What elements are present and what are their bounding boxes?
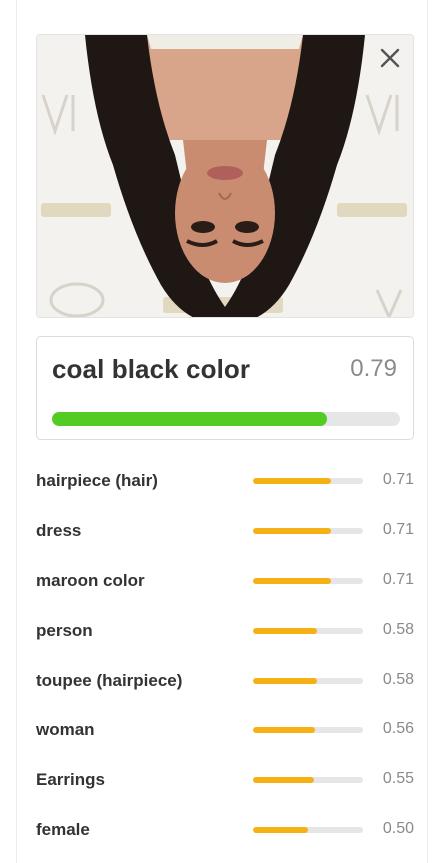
- result-bar-fill: [253, 577, 332, 584]
- result-bar-fill: [253, 677, 317, 684]
- list-item: female 0.50: [36, 805, 414, 855]
- result-label: Earrings: [36, 770, 105, 790]
- result-bar-fill: [253, 727, 315, 734]
- portrait-photo: [37, 35, 413, 317]
- list-item: Earrings 0.55: [36, 755, 414, 805]
- result-bar-track: [253, 827, 363, 834]
- result-bar-fill: [253, 777, 314, 784]
- result-score: 0.50: [382, 820, 414, 838]
- result-bar-track: [253, 727, 363, 734]
- result-bar-track: [253, 577, 363, 584]
- result-bar-track: [253, 677, 363, 684]
- top-result-card: coal black color 0.79: [36, 336, 414, 440]
- top-result-bar-fill: [52, 412, 327, 426]
- result-score: 0.56: [382, 720, 414, 738]
- result-score: 0.58: [382, 620, 414, 638]
- result-bar-track: [253, 627, 363, 634]
- top-result-score: 0.79: [350, 355, 397, 382]
- list-item: toupee (hairpiece) 0.58: [36, 656, 414, 706]
- result-score: 0.71: [382, 520, 414, 538]
- top-result-bar-track: [52, 412, 400, 426]
- result-label: female: [36, 820, 90, 840]
- result-label: hairpiece (hair): [36, 471, 158, 490]
- list-item: woman 0.56: [36, 705, 414, 755]
- classification-panel: coal black color 0.79 hairpiece (hair) 0…: [16, 0, 428, 863]
- result-bar-fill: [253, 827, 308, 834]
- result-label: dress: [36, 520, 82, 540]
- result-bar-fill: [253, 527, 332, 534]
- result-bar-track: [253, 478, 363, 484]
- result-bar-fill: [253, 478, 332, 484]
- close-button[interactable]: [373, 41, 407, 75]
- list-item: person 0.58: [36, 606, 414, 656]
- list-item: dress 0.71: [36, 506, 414, 556]
- result-bar-fill: [253, 627, 317, 634]
- list-item: hairpiece (hair) 0.71: [36, 456, 414, 506]
- result-bar-track: [253, 527, 363, 534]
- result-score: 0.71: [382, 570, 414, 588]
- top-result-label: coal black color: [52, 354, 251, 384]
- result-label: woman: [36, 720, 95, 740]
- close-icon: [380, 48, 400, 68]
- result-label: person: [36, 620, 93, 640]
- analyzed-photo: [36, 34, 414, 318]
- result-score: 0.71: [382, 471, 414, 488]
- result-score: 0.55: [382, 770, 414, 788]
- list-item: maroon color 0.71: [36, 556, 414, 606]
- result-label: maroon color: [36, 570, 145, 590]
- result-bar-track: [253, 777, 363, 784]
- result-score: 0.58: [382, 670, 414, 688]
- result-label: toupee (hairpiece): [36, 670, 183, 690]
- result-list: hairpiece (hair) 0.71 dress 0.71 maroon …: [36, 456, 414, 855]
